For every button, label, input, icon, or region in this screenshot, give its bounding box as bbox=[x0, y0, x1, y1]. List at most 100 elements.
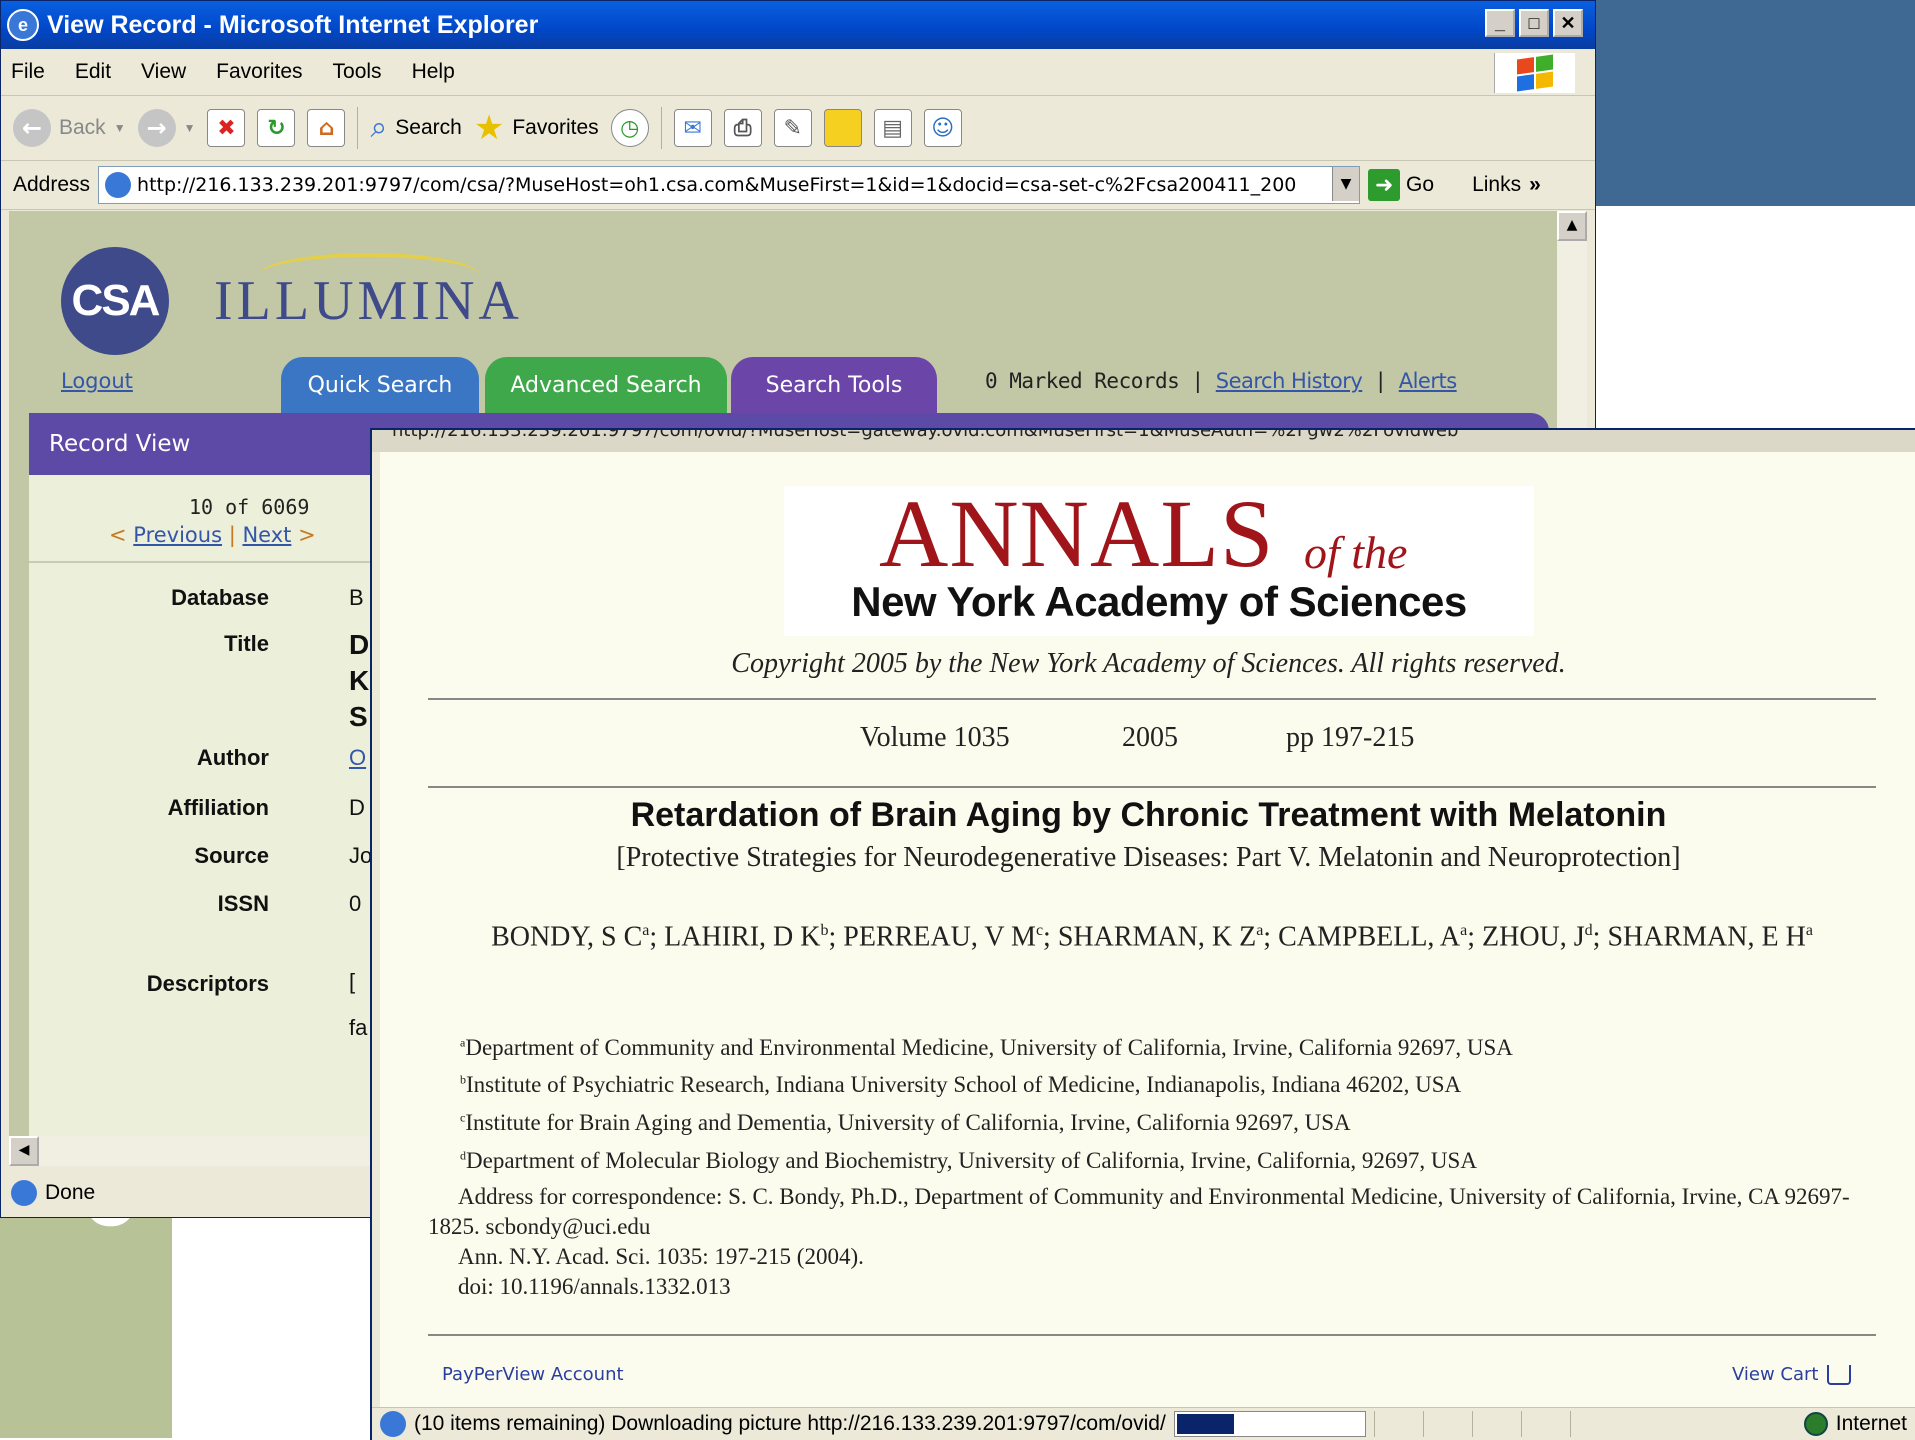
field-value-author[interactable]: O bbox=[349, 745, 366, 771]
tab-quick-search[interactable]: Quick Search bbox=[281, 357, 479, 413]
record-nav: < Previous | Next > bbox=[109, 523, 316, 547]
address-label: Address bbox=[13, 173, 91, 196]
page-icon bbox=[11, 1180, 37, 1206]
maximize-button[interactable]: □ bbox=[1519, 9, 1549, 37]
menu-view[interactable]: View bbox=[141, 60, 186, 84]
field-value-issn: 0 bbox=[349, 891, 362, 916]
chevron-right-icon[interactable]: » bbox=[1529, 173, 1541, 197]
field-value-title: D bbox=[349, 629, 370, 660]
window-title: View Record - Microsoft Internet Explore… bbox=[47, 10, 539, 39]
field-label-descriptors: Descriptors bbox=[146, 971, 269, 996]
history-icon[interactable]: ◷ bbox=[610, 109, 649, 147]
field-value-descriptors: [ bbox=[349, 969, 356, 994]
slide-background-blue bbox=[1596, 0, 1915, 206]
affiliation-b: bInstitute of Psychiatric Research, Indi… bbox=[460, 1072, 1462, 1097]
page-icon bbox=[380, 1411, 406, 1437]
previous-link[interactable]: Previous bbox=[133, 523, 222, 547]
next-link[interactable]: Next bbox=[242, 523, 291, 547]
journal-org: New York Academy of Sciences bbox=[851, 578, 1467, 625]
tab-search-tools[interactable]: Search Tools bbox=[731, 357, 937, 413]
year: 2005 bbox=[1122, 722, 1178, 753]
affiliation-c: cInstitute for Brain Aging and Dementia,… bbox=[460, 1110, 1351, 1135]
toolbar-separator bbox=[660, 107, 662, 149]
favorites-button[interactable]: ★ Favorites bbox=[474, 108, 599, 148]
payperview-account-link[interactable]: PayPerView Account bbox=[442, 1364, 624, 1385]
scroll-left-icon[interactable]: ◀ bbox=[9, 1136, 39, 1166]
refresh-icon[interactable]: ↻ bbox=[257, 109, 296, 147]
address-url-partial: http://216.133.239.201:9797/com/ovid/?Mu… bbox=[392, 430, 1459, 441]
field-label-author: Author bbox=[196, 745, 269, 770]
back-button[interactable]: ← Back ▼ bbox=[13, 109, 126, 147]
field-label-title: Title bbox=[224, 631, 269, 656]
go-arrow-icon: ➜ bbox=[1368, 169, 1401, 201]
menu-help[interactable]: Help bbox=[412, 60, 455, 84]
field-value-title-line3: S bbox=[349, 701, 368, 732]
star-icon: ★ bbox=[473, 109, 505, 147]
close-button[interactable]: ✕ bbox=[1553, 9, 1583, 37]
article-page: ANNALS of the New York Academy of Scienc… bbox=[380, 452, 1915, 1407]
journal-masthead: ANNALS of the New York Academy of Scienc… bbox=[784, 480, 1534, 636]
print-icon[interactable]: ⎙ bbox=[723, 109, 762, 147]
field-label-issn: ISSN bbox=[217, 891, 269, 916]
minimize-button[interactable]: _ bbox=[1485, 9, 1515, 37]
mail-icon[interactable]: ✉ bbox=[673, 109, 712, 147]
journal-title-word: ANNALS bbox=[879, 480, 1275, 587]
go-button[interactable]: ➜ Go bbox=[1368, 169, 1434, 201]
field-label-database: Database bbox=[171, 585, 269, 610]
notes-icon[interactable] bbox=[823, 109, 862, 147]
address-dropdown-icon[interactable]: ▼ bbox=[1332, 167, 1360, 201]
copyright: Copyright 2005 by the New York Academy o… bbox=[731, 648, 1566, 679]
search-history-link[interactable]: Search History bbox=[1216, 369, 1363, 393]
back-arrow-icon: ← bbox=[13, 109, 51, 147]
record-panel: 10 of 6069 < Previous | Next > Database … bbox=[29, 475, 389, 1136]
alerts-link[interactable]: Alerts bbox=[1399, 369, 1457, 393]
address-input[interactable]: http://216.133.239.201:9797/com/csa/?Mus… bbox=[98, 166, 1361, 204]
links-button[interactable]: Links bbox=[1472, 173, 1521, 197]
forward-arrow-icon: → bbox=[137, 109, 176, 147]
scroll-up-icon[interactable]: ▲ bbox=[1557, 211, 1587, 241]
address-bar: Address http://216.133.239.201:9797/com/… bbox=[1, 161, 1595, 210]
affiliation-a: aDepartment of Community and Environment… bbox=[460, 1035, 1513, 1060]
windows-flag-icon bbox=[1517, 54, 1553, 92]
article-title: Retardation of Brain Aging by Chronic Tr… bbox=[630, 796, 1667, 834]
security-zone: Internet bbox=[1803, 1412, 1907, 1436]
edit-icon[interactable]: ✎ bbox=[773, 109, 812, 147]
slide-background-green: ene bbox=[0, 1200, 172, 1438]
pages: pp 197-215 bbox=[1286, 722, 1415, 753]
citation: Ann. N.Y. Acad. Sci. 1035: 197-215 (2004… bbox=[458, 1244, 864, 1269]
author-list: BONDY, S Ca; LAHIRI, D Kb; PERREAU, V Mc… bbox=[491, 921, 1813, 953]
address-url: http://216.133.239.201:9797/com/csa/?Mus… bbox=[137, 174, 1297, 196]
correspondence: Address for correspondence: S. C. Bondy,… bbox=[428, 1182, 1888, 1302]
status-bar: (10 items remaining) Downloading picture… bbox=[372, 1407, 1915, 1440]
menu-file[interactable]: File bbox=[11, 60, 45, 84]
status-text: (10 items remaining) Downloading picture… bbox=[414, 1412, 1166, 1435]
home-icon[interactable]: ⌂ bbox=[307, 109, 346, 147]
research-icon[interactable]: ▤ bbox=[873, 109, 912, 147]
field-value-database: B bbox=[349, 585, 364, 610]
marked-records: 0 Marked Records | Search History | Aler… bbox=[985, 369, 1457, 393]
stop-icon[interactable]: ✖ bbox=[207, 109, 246, 147]
volume: Volume 1035 bbox=[860, 722, 1010, 753]
title-bar: e View Record - Microsoft Internet Explo… bbox=[1, 1, 1595, 49]
toolbar-separator bbox=[357, 107, 359, 149]
cart-icon bbox=[1826, 1364, 1851, 1385]
search-icon: ⌕ bbox=[370, 111, 388, 144]
menu-favorites[interactable]: Favorites bbox=[216, 60, 302, 84]
menu-bar: File Edit View Favorites Tools Help bbox=[1, 49, 1595, 96]
forward-button[interactable]: → ▼ bbox=[137, 109, 195, 147]
progress-fill bbox=[1176, 1414, 1234, 1434]
search-button[interactable]: ⌕ Search bbox=[370, 111, 461, 145]
view-cart-link[interactable]: View Cart bbox=[1732, 1364, 1851, 1385]
field-value-affiliation: D bbox=[349, 795, 365, 820]
logout-link[interactable]: Logout bbox=[61, 369, 133, 393]
globe-icon bbox=[1803, 1412, 1828, 1436]
article-subtitle: [Protective Strategies for Neurodegenera… bbox=[616, 842, 1681, 873]
divider bbox=[428, 786, 1876, 788]
menu-edit[interactable]: Edit bbox=[75, 60, 111, 84]
download-progress bbox=[1173, 1411, 1366, 1437]
divider bbox=[428, 698, 1876, 700]
divider bbox=[29, 561, 389, 563]
menu-tools[interactable]: Tools bbox=[333, 60, 382, 84]
tab-advanced-search[interactable]: Advanced Search bbox=[485, 357, 727, 413]
messenger-icon[interactable]: ☺ bbox=[923, 109, 962, 147]
